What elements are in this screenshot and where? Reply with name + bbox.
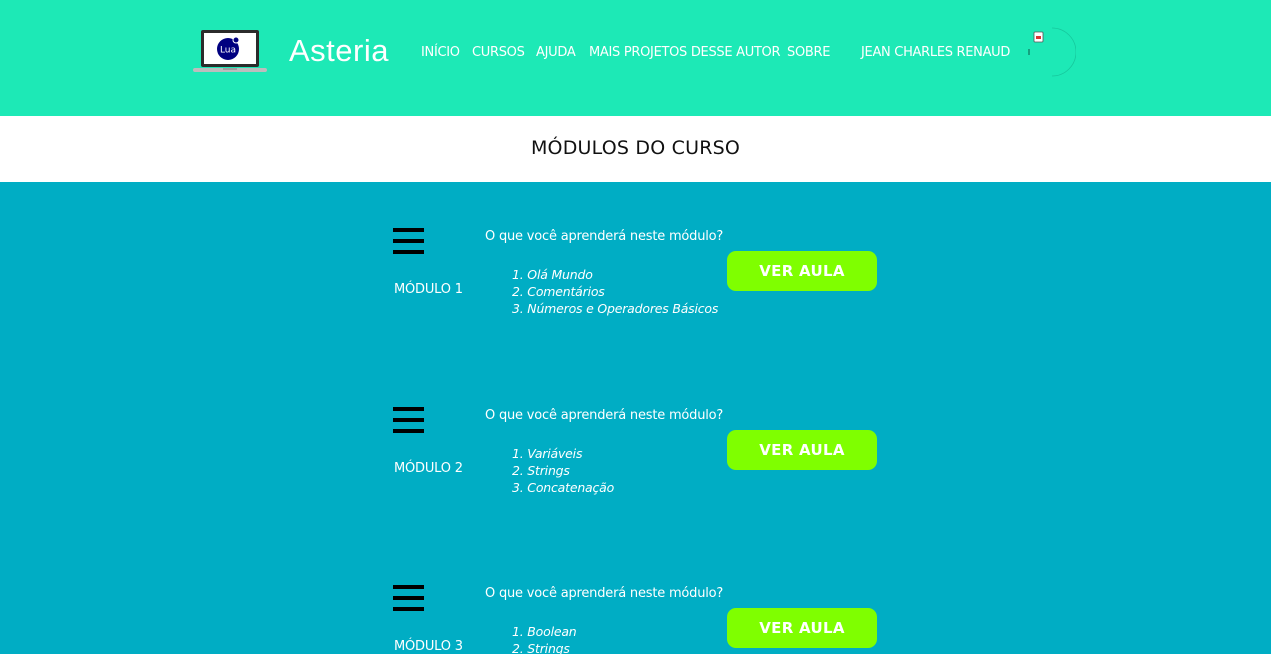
- nav-user-name[interactable]: JEAN CHARLES RENAUD: [861, 45, 1010, 60]
- site-header: Lua Asteria INÍCIO CURSOS AJUDA MAIS PRO…: [0, 0, 1271, 116]
- module-label: MÓDULO 2: [394, 461, 463, 476]
- menu-icon[interactable]: [393, 585, 424, 611]
- topic-item: 3. Concatenação: [512, 480, 615, 495]
- avatar[interactable]: [1028, 27, 1076, 77]
- topic-item: 2. Comentários: [512, 284, 605, 299]
- menu-icon[interactable]: [393, 228, 424, 254]
- lua-logo-icon[interactable]: Lua: [193, 29, 267, 74]
- module-card: MÓDULO 3 O que você aprenderá neste módu…: [0, 585, 1271, 654]
- logo-text: Lua: [220, 46, 236, 56]
- module-card: MÓDULO 2 O que você aprenderá neste módu…: [0, 407, 1271, 557]
- module-question: O que você aprenderá neste módulo?: [485, 229, 724, 244]
- brand-name[interactable]: Asteria: [289, 33, 389, 69]
- topic-list: 1. Olá Mundo 2. Comentários 3. Números e…: [512, 266, 718, 317]
- nav-mais-projetos[interactable]: MAIS PROJETOS DESSE AUTOR: [589, 45, 781, 60]
- module-question: O que você aprenderá neste módulo?: [485, 586, 724, 601]
- topic-item: 1. Variáveis: [512, 446, 583, 461]
- topic-item: 1. Boolean: [512, 624, 577, 639]
- nav-sobre[interactable]: SOBRE: [787, 45, 830, 60]
- topic-item: 1. Olá Mundo: [512, 267, 593, 282]
- nav-cursos[interactable]: CURSOS: [472, 45, 525, 60]
- topic-list: 1. Boolean 2. Strings: [512, 623, 577, 654]
- topic-item: 2. Strings: [512, 463, 570, 478]
- topic-item: 3. Números e Operadores Básicos: [512, 301, 719, 316]
- topic-item: 2. Strings: [512, 641, 570, 654]
- module-label: MÓDULO 3: [394, 639, 463, 654]
- nav-ajuda[interactable]: AJUDA: [536, 45, 576, 60]
- ver-aula-button[interactable]: VER AULA: [727, 608, 877, 648]
- page-title: MÓDULOS DO CURSO: [530, 137, 741, 159]
- nav-inicio[interactable]: INÍCIO: [421, 45, 460, 60]
- topic-list: 1. Variáveis 2. Strings 3. Concatenação: [512, 445, 614, 496]
- ver-aula-button[interactable]: VER AULA: [727, 430, 877, 470]
- module-label: MÓDULO 1: [394, 282, 463, 297]
- module-question: O que você aprenderá neste módulo?: [485, 408, 724, 423]
- module-card: MÓDULO 1 O que você aprenderá neste módu…: [0, 228, 1271, 378]
- menu-icon[interactable]: [393, 407, 424, 433]
- ver-aula-button[interactable]: VER AULA: [727, 251, 877, 291]
